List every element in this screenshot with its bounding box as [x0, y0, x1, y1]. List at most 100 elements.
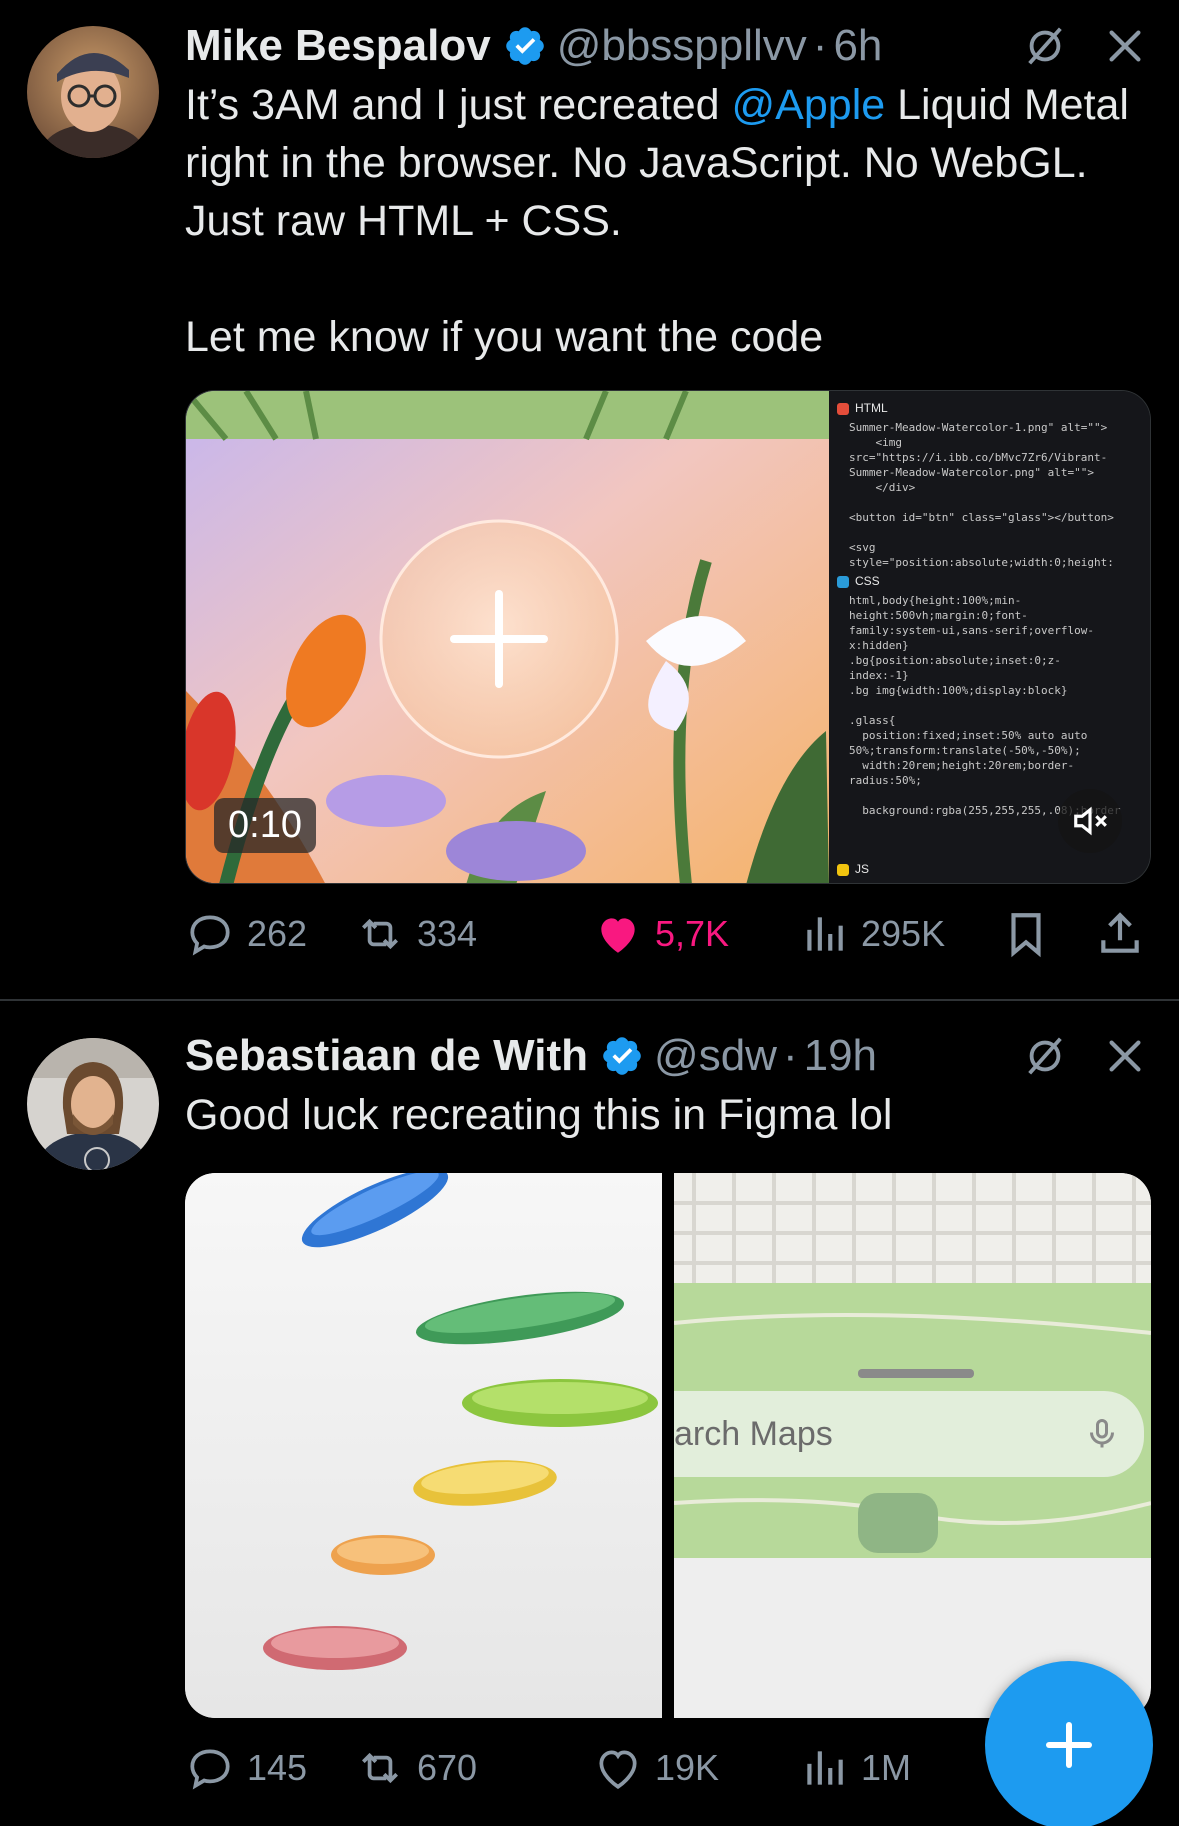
code-line: 50%;transform:translate(-50%,-50%);	[849, 744, 1081, 757]
pebbles-image	[185, 1173, 662, 1718]
heart-icon	[599, 1750, 637, 1789]
retweet-icon	[362, 918, 398, 950]
close-icon[interactable]	[1102, 1033, 1148, 1079]
reply-button[interactable]: 262	[185, 909, 307, 959]
mute-button[interactable]	[1058, 789, 1122, 853]
avatar[interactable]	[27, 1038, 159, 1170]
text-segment: It’s 3AM and I just recreated	[185, 81, 732, 129]
reply-icon	[190, 1749, 230, 1790]
css-code: html,body{height:100%;min-height:500vh;m…	[849, 593, 1142, 818]
section-label: HTML	[855, 401, 888, 415]
code-line: width:20rem;height:20rem;border-	[849, 759, 1075, 772]
code-line: html,body{height:100%;min-	[849, 594, 1022, 607]
tweet-header: Mike Bespalov @bbssppllvv · 6h	[185, 16, 882, 76]
code-line: radius:50%;	[849, 774, 922, 787]
tweet[interactable]: Mike Bespalov @bbssppllvv · 6h It’s 3AM …	[0, 0, 1179, 1000]
css-section-header: CSS	[837, 574, 1142, 589]
like-button[interactable]: 19K	[593, 1743, 719, 1793]
search-placeholder: arch Maps	[674, 1414, 833, 1453]
author-handle[interactable]: @bbssppllvv	[557, 21, 807, 71]
heart-icon	[601, 918, 635, 953]
timestamp[interactable]: 19h	[804, 1031, 877, 1081]
maps-search-bar[interactable]: arch Maps	[674, 1391, 1144, 1477]
grok-icon[interactable]	[1022, 23, 1068, 69]
tweet-paragraph: Let me know if you want the code	[185, 313, 824, 361]
verified-badge-icon	[505, 27, 544, 65]
retweet-button[interactable]: 670	[355, 1743, 477, 1793]
retweet-icon	[362, 1752, 398, 1784]
close-icon[interactable]	[1102, 23, 1148, 69]
tweet-top-actions	[1022, 16, 1148, 76]
author-name[interactable]: Mike Bespalov	[185, 21, 491, 71]
code-line: <svg	[849, 541, 876, 554]
mute-icon	[1074, 806, 1107, 836]
html-section-header: HTML	[837, 401, 1142, 416]
separator-dot: ·	[812, 21, 828, 70]
reply-count: 145	[247, 1747, 308, 1788]
html-code: Summer-Meadow-Watercolor-1.png" alt=""> …	[849, 420, 1142, 570]
code-line: x:hidden}	[849, 639, 909, 652]
code-line: .bg{position:absolute;inset:0;z-	[849, 654, 1061, 667]
code-line: <img	[849, 436, 902, 449]
view-count: 295K	[861, 913, 946, 954]
tweet-header: Sebastiaan de With @sdw · 19h	[185, 1026, 877, 1086]
reply-icon	[190, 915, 230, 956]
video-player[interactable]: HTML Summer-Meadow-Watercolor-1.png" alt…	[185, 390, 1151, 884]
code-line: <button id="btn" class="glass"></button>	[849, 511, 1114, 524]
js-section-header: JS	[837, 862, 869, 877]
timestamp[interactable]: 6h	[833, 21, 882, 71]
views-button[interactable]: 295K	[799, 909, 945, 959]
views-button[interactable]: 1M	[799, 1743, 911, 1793]
retweet-count: 670	[417, 1747, 478, 1788]
verified-badge-icon	[603, 1037, 641, 1075]
bookmark-icon	[1011, 913, 1041, 958]
tweet-paragraph: Good luck recreating this in Figma lol	[185, 1091, 893, 1139]
bookmark-button[interactable]	[1001, 909, 1051, 959]
views-icon	[807, 917, 843, 951]
tweet-paragraph: It’s 3AM and I just recreated @Apple Liq…	[185, 76, 1145, 250]
reply-count: 262	[247, 913, 308, 954]
tweet-actions: 262 334 5,7K 295K	[185, 904, 1151, 964]
code-line: Summer-Meadow-Watercolor-1.png" alt="">	[849, 421, 1108, 434]
code-line: height:500vh;margin:0;font-	[849, 609, 1028, 622]
tweet-top-actions	[1022, 1026, 1148, 1086]
like-count: 19K	[655, 1747, 720, 1788]
code-line: .glass{	[849, 714, 896, 727]
tweet-divider	[0, 999, 1179, 1001]
avatar[interactable]	[27, 26, 159, 158]
mention-link[interactable]: @Apple	[732, 81, 886, 129]
video-duration: 0:10	[214, 798, 316, 853]
section-label: CSS	[855, 574, 880, 588]
author-handle[interactable]: @sdw	[654, 1031, 777, 1081]
section-label: JS	[855, 862, 870, 876]
views-icon	[807, 1751, 843, 1785]
reply-button[interactable]: 145	[185, 1743, 307, 1793]
image-pebbles[interactable]	[185, 1173, 662, 1718]
mic-icon[interactable]	[1084, 1416, 1120, 1452]
like-button[interactable]: 5,7K	[593, 909, 729, 959]
tweet-text: It’s 3AM and I just recreated @Apple Liq…	[185, 76, 1145, 366]
separator-dot: ·	[782, 1031, 798, 1080]
retweet-button[interactable]: 334	[355, 909, 477, 959]
author-name[interactable]: Sebastiaan de With	[185, 1031, 588, 1081]
code-line: .bg img{width:100%;display:block}	[849, 684, 1068, 697]
share-icon	[1101, 912, 1139, 953]
code-line: src="https://i.ibb.co/bMvc7Zr6/Vibrant-	[849, 451, 1108, 464]
view-count: 1M	[861, 1747, 912, 1788]
code-line: </div>	[849, 481, 916, 494]
tweet-text: Good luck recreating this in Figma lol	[185, 1086, 1145, 1144]
plus-icon	[1046, 1722, 1092, 1768]
code-line: index:-1}	[849, 669, 909, 682]
retweet-count: 334	[417, 913, 478, 954]
share-button[interactable]	[1095, 909, 1145, 959]
code-line: style="position:absolute;width:0;height:	[849, 556, 1114, 569]
image-maps[interactable]: arch Maps	[674, 1173, 1151, 1718]
image-gallery: arch Maps	[185, 1173, 1151, 1718]
compose-button[interactable]	[985, 1661, 1153, 1826]
code-line: Summer-Meadow-Watercolor.png" alt="">	[849, 466, 1095, 479]
code-line: family:system-ui,sans-serif;overflow-	[849, 624, 1095, 637]
like-count: 5,7K	[655, 913, 730, 954]
grok-icon[interactable]	[1022, 1033, 1068, 1079]
